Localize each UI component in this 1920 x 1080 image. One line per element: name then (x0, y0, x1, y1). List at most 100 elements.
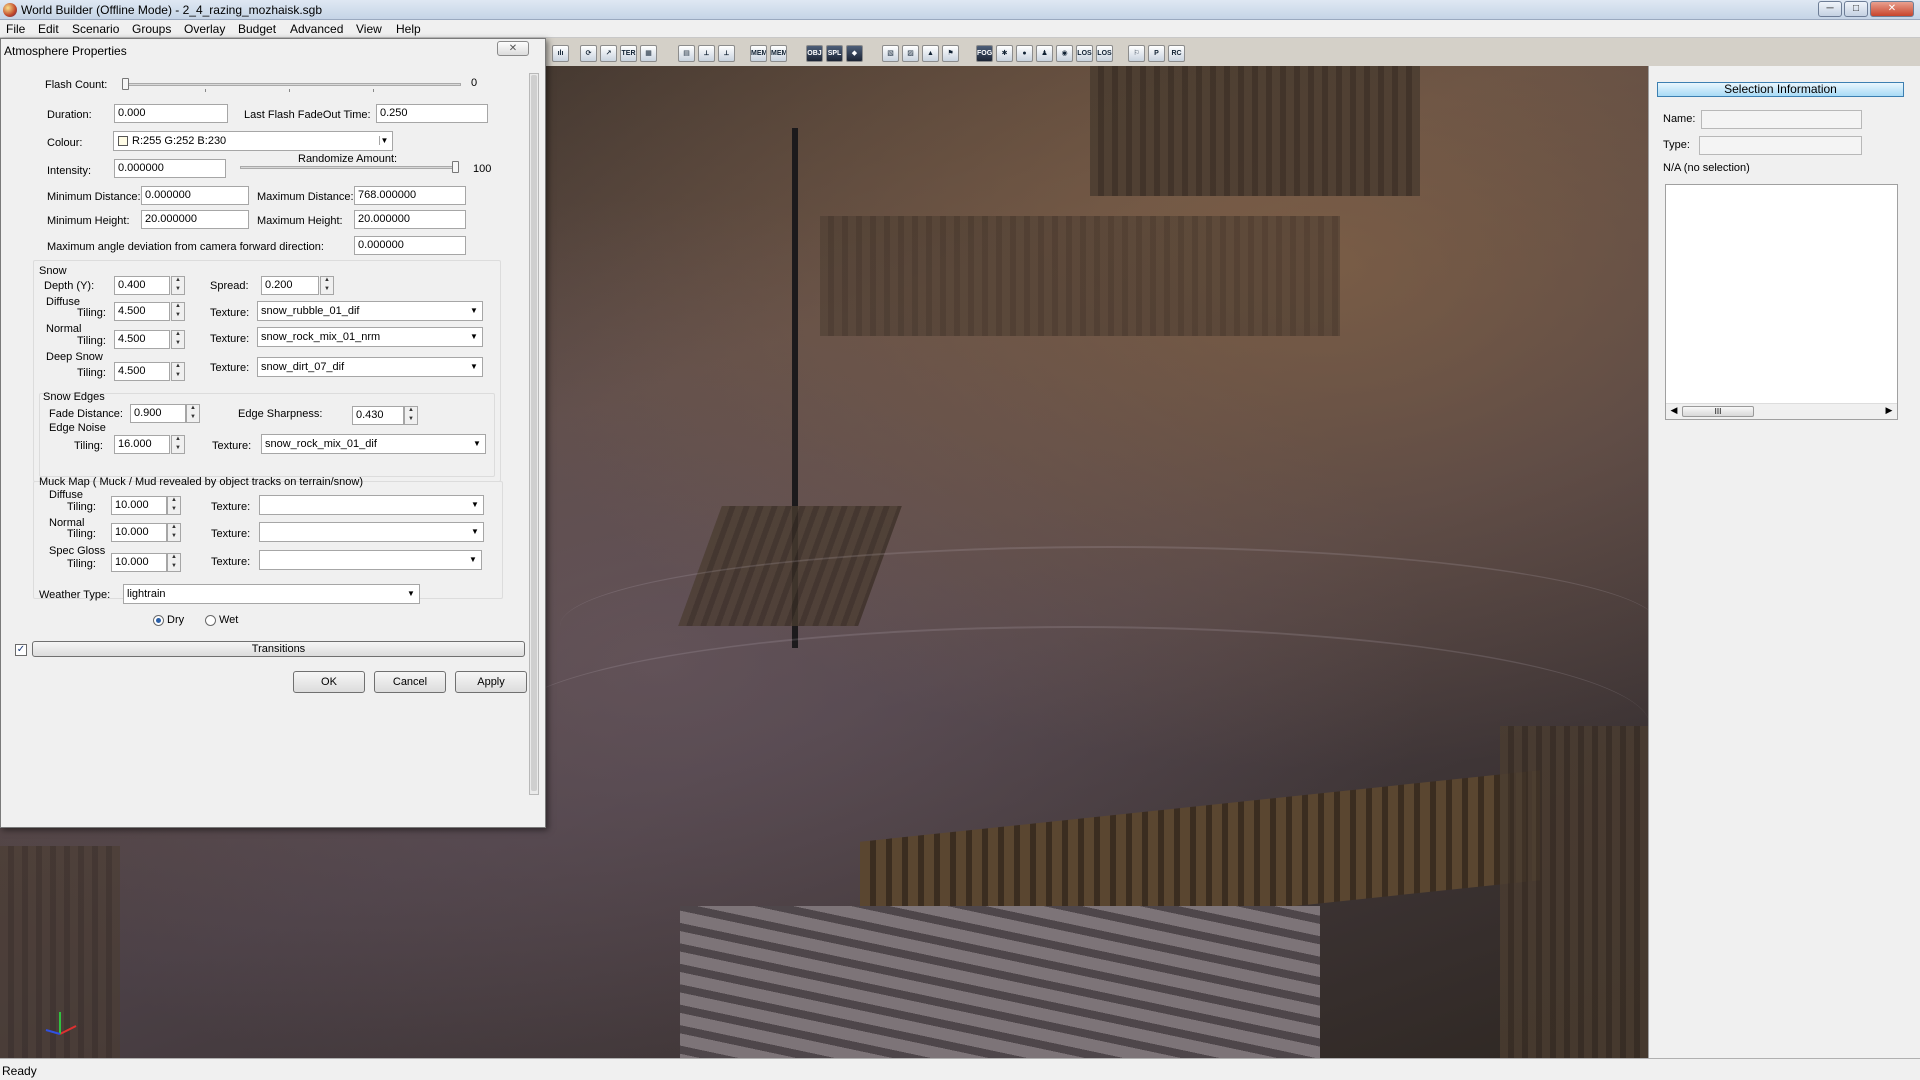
mountain-icon[interactable]: ▲ (922, 45, 939, 62)
pattern-alt-icon[interactable]: ▨ (902, 45, 919, 62)
scroll-thumb[interactable]: III (1682, 406, 1754, 417)
muck-diffuse-spinner[interactable] (167, 496, 181, 515)
arrow-tool-icon[interactable]: ↗ (600, 45, 617, 62)
muck-normal-spinner[interactable] (167, 523, 181, 542)
fade-distance-input[interactable]: 0.900 (130, 404, 186, 423)
los-icon[interactable]: LOS (1076, 45, 1093, 62)
ok-button[interactable]: OK (293, 671, 365, 693)
diffuse-tiling-input[interactable]: 4.500 (114, 302, 170, 321)
max-distance-input[interactable]: 768.000000 (354, 186, 466, 205)
chevron-down-icon[interactable]: ▼ (469, 306, 479, 315)
spread-spinner[interactable] (320, 276, 334, 295)
muck-diffuse-tiling-input[interactable]: 10.000 (111, 496, 167, 515)
table-icon[interactable]: ▤ (678, 45, 695, 62)
player-icon[interactable]: P (1148, 45, 1165, 62)
chevron-down-icon[interactable]: ▼ (472, 439, 482, 448)
chevron-down-icon[interactable]: ▼ (470, 527, 480, 536)
menu-advanced[interactable]: Advanced (290, 22, 343, 36)
menu-view[interactable]: View (356, 22, 382, 36)
randomize-thumb[interactable] (452, 161, 459, 173)
muck-diffuse-texture-select[interactable]: ▼ (259, 495, 484, 515)
menu-file[interactable]: File (6, 22, 25, 36)
stats-icon[interactable]: ılı (552, 45, 569, 62)
chevron-down-icon[interactable]: ▼ (406, 589, 416, 598)
last-flash-input[interactable]: 0.250 (376, 104, 488, 123)
diffuse-texture-select[interactable]: snow_rubble_01_dif ▼ (257, 301, 483, 321)
cancel-button[interactable]: Cancel (374, 671, 446, 693)
min-height-input[interactable]: 20.000000 (141, 210, 249, 229)
pattern-icon[interactable]: ▧ (882, 45, 899, 62)
apply-button[interactable]: Apply (455, 671, 527, 693)
flash-count-thumb[interactable] (122, 78, 129, 90)
menu-groups[interactable]: Groups (132, 22, 171, 36)
grid-icon[interactable]: ▦ (640, 45, 657, 62)
edge-texture-select[interactable]: snow_rock_mix_01_dif ▼ (261, 434, 486, 454)
chevron-down-icon[interactable]: ▼ (468, 555, 478, 564)
chevron-down-icon[interactable]: ▼ (469, 332, 479, 341)
diffuse-tiling-spinner[interactable] (171, 302, 185, 321)
chevron-down-icon[interactable]: ▼ (469, 362, 479, 371)
weather-type-select[interactable]: lightrain ▼ (123, 584, 420, 604)
deep-tiling-spinner[interactable] (171, 362, 185, 381)
muck-spec-texture-select[interactable]: ▼ (259, 550, 482, 570)
marker-icon[interactable]: ⟂ (698, 45, 715, 62)
dialog-close-button[interactable]: ✕ (497, 41, 529, 56)
refresh-icon[interactable]: ⟳ (580, 45, 597, 62)
normal-tiling-input[interactable]: 4.500 (114, 330, 170, 349)
wet-label[interactable]: Wet (219, 614, 238, 626)
dialog-scroll-thumb[interactable] (531, 75, 537, 791)
edge-sharpness-input[interactable]: 0.430 (352, 406, 404, 425)
dry-label[interactable]: Dry (167, 614, 184, 626)
memory-alt-icon[interactable]: MEM (770, 45, 787, 62)
rc-icon[interactable]: RC (1168, 45, 1185, 62)
edge-tiling-spinner[interactable] (171, 435, 185, 454)
normal-texture-select[interactable]: snow_rock_mix_01_nrm ▼ (257, 327, 483, 347)
transitions-button[interactable]: Transitions (32, 641, 525, 657)
close-window-button[interactable]: ✕ (1870, 1, 1914, 17)
transitions-checkbox[interactable]: ✓ (15, 644, 27, 656)
deep-texture-select[interactable]: snow_dirt_07_dif ▼ (257, 357, 483, 377)
max-angle-input[interactable]: 0.000000 (354, 236, 466, 255)
globe-icon[interactable]: ● (1016, 45, 1033, 62)
intensity-input[interactable]: 0.000000 (114, 159, 226, 178)
flash-count-slider[interactable] (125, 83, 461, 86)
flag-icon[interactable]: ⚑ (942, 45, 959, 62)
target-icon[interactable]: ◉ (1056, 45, 1073, 62)
duration-input[interactable]: 0.000 (114, 104, 228, 123)
menu-help[interactable]: Help (396, 22, 421, 36)
normal-tiling-spinner[interactable] (171, 330, 185, 349)
unit-icon[interactable]: ♟ (1036, 45, 1053, 62)
maximize-button[interactable]: □ (1844, 1, 1868, 17)
star-icon[interactable]: ✱ (996, 45, 1013, 62)
fog-icon[interactable]: FOG (976, 45, 993, 62)
chevron-down-icon[interactable]: ▼ (379, 136, 389, 145)
scroll-left-icon[interactable]: ◀ (1668, 405, 1680, 418)
wet-radio[interactable] (205, 615, 216, 626)
spread-input[interactable]: 0.200 (261, 276, 319, 295)
waypoint-icon[interactable]: ⚐ (1128, 45, 1145, 62)
dialog-scrollbar[interactable] (529, 73, 539, 795)
chevron-down-icon[interactable]: ▼ (470, 500, 480, 509)
max-height-input[interactable]: 20.000000 (354, 210, 466, 229)
terrain-icon[interactable]: TER (620, 45, 637, 62)
deep-tiling-input[interactable]: 4.500 (114, 362, 170, 381)
horizontal-scrollbar[interactable]: ◀ III ▶ (1666, 403, 1897, 419)
muck-normal-tiling-input[interactable]: 10.000 (111, 523, 167, 542)
type-field[interactable] (1699, 136, 1862, 155)
depth-input[interactable]: 0.400 (114, 276, 170, 295)
memory-icon[interactable]: MEM (750, 45, 767, 62)
muck-spec-tiling-input[interactable]: 10.000 (111, 553, 167, 572)
muck-spec-spinner[interactable] (167, 553, 181, 572)
edge-tiling-input[interactable]: 16.000 (114, 435, 170, 454)
min-distance-input[interactable]: 0.000000 (141, 186, 249, 205)
edge-sharpness-spinner[interactable] (404, 406, 418, 425)
objects-icon[interactable]: OBJ (806, 45, 823, 62)
los-alt-icon[interactable]: LOS (1096, 45, 1113, 62)
colour-picker[interactable]: R:255 G:252 B:230 ▼ (113, 131, 393, 151)
muck-normal-texture-select[interactable]: ▼ (259, 522, 484, 542)
diamond-icon[interactable]: ◆ (846, 45, 863, 62)
marker-alt-icon[interactable]: ⟂ (718, 45, 735, 62)
selection-list[interactable]: ◀ III ▶ (1665, 184, 1898, 420)
name-field[interactable] (1701, 110, 1862, 129)
splines-icon[interactable]: SPL (826, 45, 843, 62)
